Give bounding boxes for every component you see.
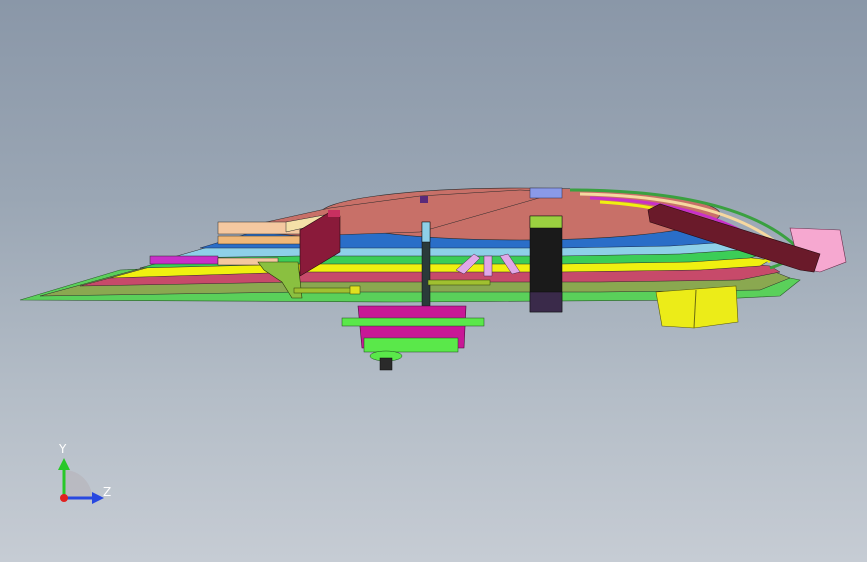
y-axis-label: Y: [59, 442, 67, 456]
servo-flange[interactable]: [341, 317, 485, 327]
triad-arc: [64, 470, 92, 498]
left-small-tab[interactable]: [328, 210, 340, 217]
plank-3[interactable]: [149, 255, 219, 265]
pushrod-left-end[interactable]: [349, 285, 361, 295]
yellow-block[interactable]: [655, 285, 739, 329]
center-block-top[interactable]: [529, 215, 563, 229]
servo-shaft[interactable]: [379, 357, 393, 371]
x-axis-dot: [60, 494, 68, 502]
y-axis-arrow: [58, 458, 70, 470]
servo-base[interactable]: [363, 337, 459, 353]
z-axis-label: Z: [103, 485, 112, 499]
center-block-bottom[interactable]: [529, 291, 563, 313]
control-horn-mid[interactable]: [483, 255, 493, 277]
servo-assembly[interactable]: [341, 305, 485, 371]
small-tab[interactable]: [420, 196, 428, 203]
cad-viewport[interactable]: Y Z: [0, 0, 867, 562]
coordinate-triad: [58, 458, 104, 504]
top-tab[interactable]: [529, 187, 563, 199]
wing-assembly[interactable]: [19, 187, 803, 303]
pushrod-left[interactable]: [293, 287, 353, 294]
model-scene[interactable]: [0, 0, 867, 562]
pushrod-center[interactable]: [427, 279, 491, 286]
plank-2[interactable]: [217, 235, 301, 245]
center-post-cap[interactable]: [421, 221, 431, 243]
